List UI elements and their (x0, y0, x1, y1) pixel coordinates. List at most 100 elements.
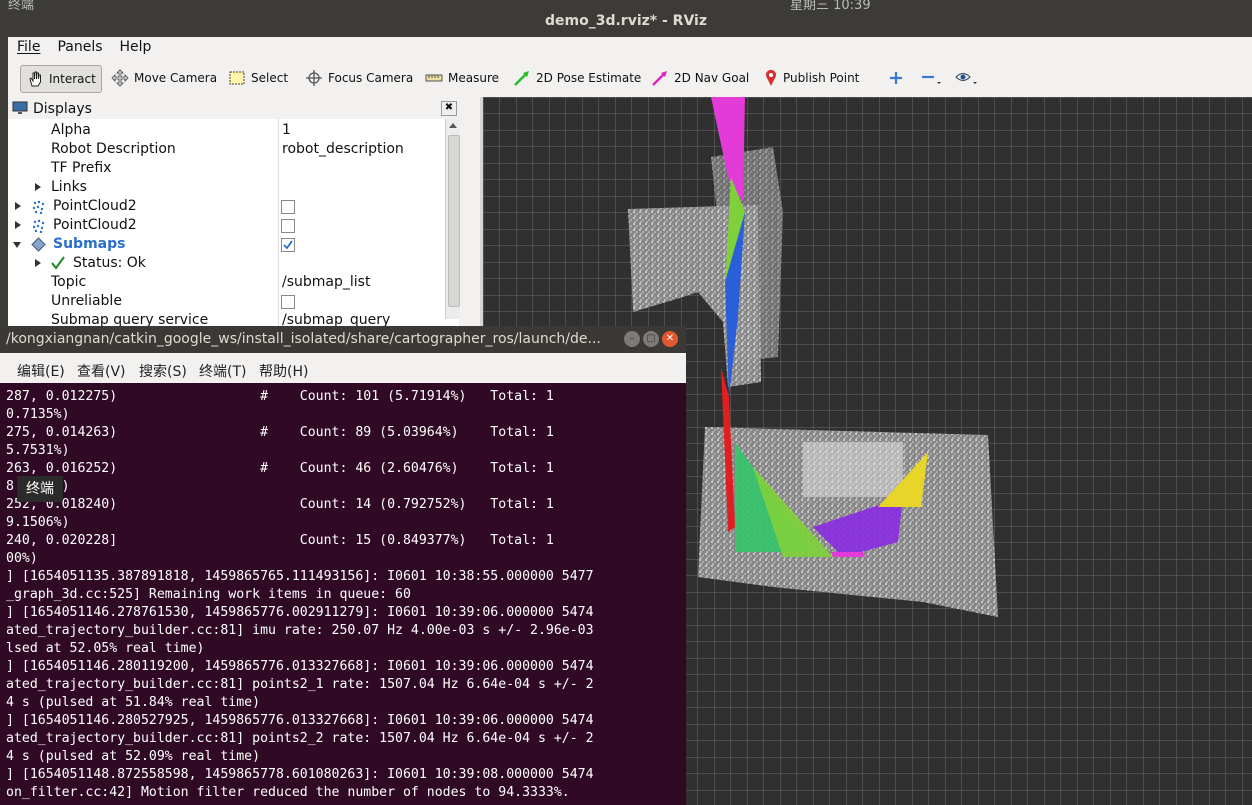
menu-file[interactable]: File (8, 37, 48, 55)
row-value[interactable]: /submap_list (282, 274, 370, 290)
terminal-line: ] [1654051146.280527925, 1459865776.0133… (6, 713, 594, 728)
menu-panels[interactable]: Panels (48, 37, 110, 55)
row-name: TF Prefix (51, 160, 112, 176)
add-tool-button[interactable] (884, 65, 908, 91)
trajectory-pink (831, 552, 865, 557)
terminal-line: 287, 0.012275) # Count: 101 (5.71914%) T… (6, 389, 554, 404)
pose-estimate-tool-button[interactable]: 2D Pose Estimate (508, 65, 646, 91)
menu-help[interactable]: Help (111, 37, 160, 55)
hand-icon (29, 71, 41, 87)
row-name: Robot Description (51, 141, 176, 157)
terminal-window[interactable]: /kongxiangnan/catkin_google_ws/install_i… (0, 326, 686, 805)
red-pin-icon (766, 69, 776, 86)
terminal-line: 275, 0.014263) # Count: 89 (5.03964%) To… (6, 425, 554, 440)
expand-arrow-icon[interactable] (35, 183, 41, 191)
terminal-line: on_filter.cc:42] Motion filter reduced t… (6, 785, 570, 800)
row-name: Topic (51, 274, 87, 290)
column-divider (278, 119, 279, 329)
display-row-unreliable[interactable]: Unreliable (8, 292, 459, 311)
row-name: Links (51, 179, 87, 195)
collapse-arrow-icon[interactable] (13, 242, 21, 248)
menu-bar: File Panels Help (8, 37, 1252, 59)
displays-close-button[interactable]: ✖ (441, 101, 457, 116)
expand-arrow-icon[interactable] (15, 221, 21, 229)
nav-goal-tool-button[interactable]: 2D Nav Goal (646, 65, 754, 91)
row-value[interactable]: robot_description (282, 141, 404, 157)
pointcloud-icon (32, 200, 45, 214)
terminal-line: 9.1506%) (6, 515, 70, 530)
terminal-line: ated_trajectory_builder.cc:81] points2_1… (6, 677, 594, 692)
focus-camera-label: Focus Camera (328, 71, 414, 85)
submaps-checkbox[interactable] (281, 238, 295, 252)
row-name: Submaps (53, 236, 126, 252)
terminal-line: 5.7531%) (6, 443, 70, 458)
minimize-button[interactable]: – (624, 331, 640, 347)
display-row-alpha[interactable]: Alpha 1 (8, 121, 459, 140)
expand-arrow-icon[interactable] (35, 259, 41, 267)
pointcloud2-1-checkbox[interactable] (281, 200, 295, 214)
row-name: PointCloud2 (53, 198, 137, 214)
top-panel-left-text: 终端 (8, 0, 35, 13)
window-title: demo_3d.rviz* - RViz (545, 13, 707, 29)
displays-scrollbar[interactable] (445, 119, 460, 319)
eye-icon (955, 73, 977, 84)
terminal-menu-search[interactable]: 搜索(S) (139, 361, 187, 381)
terminal-line: 263, 0.016252) # Count: 46 (2.60476%) To… (6, 461, 554, 476)
measure-tool-button[interactable]: Measure (420, 65, 504, 91)
display-row-robot-description[interactable]: Robot Description robot_description (8, 140, 459, 159)
display-row-topic[interactable]: Topic /submap_list (8, 273, 459, 292)
terminal-line: 4 s (pulsed at 52.09% real time) (6, 749, 261, 764)
terminal-line: ated_trajectory_builder.cc:81] imu rate:… (6, 623, 594, 638)
display-row-pointcloud2-1[interactable]: PointCloud2 (8, 197, 459, 216)
maximize-button[interactable]: ▢ (643, 331, 659, 347)
displays-title: Displays (33, 101, 92, 117)
unreliable-checkbox[interactable] (281, 295, 295, 309)
terminal-line: 00%) (6, 551, 38, 566)
row-name: Alpha (51, 122, 91, 138)
display-row-submaps[interactable]: Submaps (8, 235, 459, 254)
row-name: Status: Ok (73, 255, 146, 271)
checkmark-icon (283, 240, 293, 250)
pointcloud-icon (32, 219, 45, 233)
submaps-icon (31, 237, 46, 252)
terminal-line: 4 s (pulsed at 51.84% real time) (6, 695, 261, 710)
remove-tool-button[interactable] (916, 65, 948, 91)
terminal-line: ] [1654051135.387891818, 1459865765.1114… (6, 569, 594, 584)
interact-tool-button[interactable]: Interact (20, 65, 102, 93)
expand-arrow-icon[interactable] (15, 202, 21, 210)
display-row-status[interactable]: Status: Ok (8, 254, 459, 273)
displays-header: Displays ✖ (8, 97, 480, 119)
publish-point-tool-button[interactable]: Publish Point (759, 65, 864, 91)
select-label: Select (251, 71, 289, 85)
green-arrow-icon (514, 71, 529, 86)
row-value[interactable]: 1 (282, 122, 291, 138)
terminal-menu-edit[interactable]: 编辑(E) (17, 361, 65, 381)
terminal-menu-bar: 编辑(E) 查看(V) 搜索(S) 终端(T) 帮助(H) (0, 353, 686, 383)
view-tool-button[interactable] (950, 65, 984, 91)
window-title-bar: 终端 星期三 10:39 demo_3d.rviz* - RViz (0, 0, 1252, 37)
pose-estimate-label: 2D Pose Estimate (536, 71, 642, 85)
close-button[interactable]: ✕ (662, 331, 678, 347)
terminal-menu-help[interactable]: 帮助(H) (259, 361, 308, 381)
ruler-icon (425, 74, 443, 82)
interact-label: Interact (49, 72, 96, 86)
terminal-menu-view[interactable]: 查看(V) (77, 361, 126, 381)
display-row-pointcloud2-2[interactable]: PointCloud2 (8, 216, 459, 235)
select-icon (229, 71, 245, 85)
pointcloud2-2-checkbox[interactable] (281, 219, 295, 233)
scrollbar-thumb[interactable] (448, 135, 460, 307)
terminal-line: ] [1654051148.872558598, 1459865778.6010… (6, 767, 594, 782)
display-row-links[interactable]: Links (8, 178, 459, 197)
move-camera-tool-button[interactable]: Move Camera (106, 65, 222, 91)
focus-camera-tool-button[interactable]: Focus Camera (300, 65, 418, 91)
move-camera-icon (111, 69, 129, 87)
display-row-tf-prefix[interactable]: TF Prefix (8, 159, 459, 178)
top-panel-clock: 星期三 10:39 (790, 0, 871, 13)
magenta-arrow-icon (652, 71, 667, 86)
select-tool-button[interactable]: Select (223, 65, 293, 91)
terminal-menu-terminal[interactable]: 终端(T) (199, 361, 246, 381)
terminal-output[interactable]: 287, 0.012275) # Count: 101 (5.71914%) T… (0, 383, 686, 805)
terminal-line: ] [1654051146.280119200, 1459865776.0133… (6, 659, 594, 674)
scroll-up-icon[interactable] (448, 121, 458, 129)
terminal-line: _graph_3d.cc:525] Remaining work items i… (6, 587, 411, 602)
